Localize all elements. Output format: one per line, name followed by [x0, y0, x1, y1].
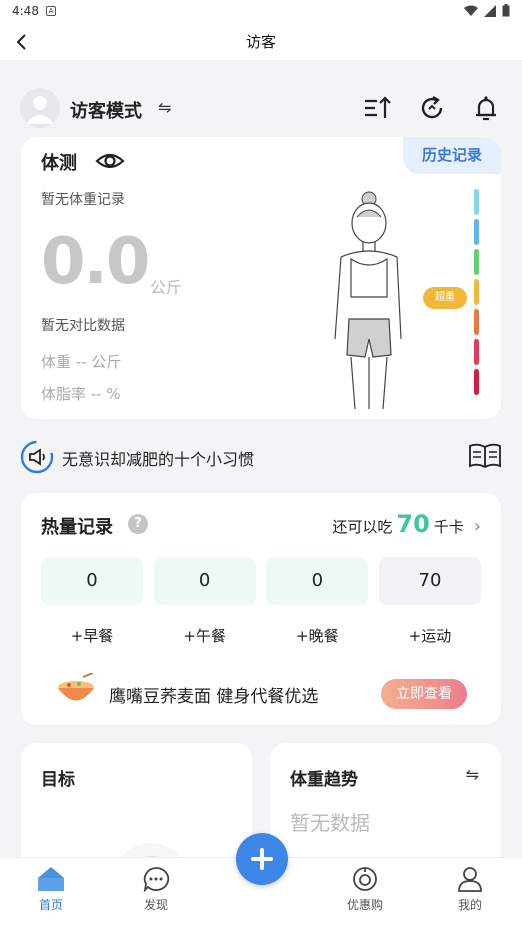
nav-deals[interactable]: 优惠购 — [335, 866, 395, 913]
add-breakfast-button[interactable]: +早餐 — [41, 625, 143, 646]
plus-icon — [251, 848, 273, 870]
bell-icon[interactable] — [470, 92, 502, 124]
scale-segment — [474, 369, 479, 395]
trend-card-title: 体重趋势 — [290, 770, 358, 790]
help-icon[interactable]: ? — [128, 514, 148, 534]
add-dinner-button[interactable]: +晚餐 — [266, 625, 368, 646]
promo-banner[interactable]: 鹰嘴豆荞麦面 健身代餐优选 立即查看 — [55, 673, 467, 713]
notification-icon: A — [46, 6, 56, 16]
article-title[interactable]: 无意识却减肥的十个小习惯 — [62, 446, 254, 470]
nav-discover[interactable]: 发现 — [126, 866, 186, 913]
lunch-value[interactable]: 0 — [153, 557, 256, 605]
nav-mine[interactable]: 我的 — [440, 866, 500, 913]
bottom-navigation: 首页 发现 优惠购 我的 — [0, 833, 522, 928]
nav-deals-label: 优惠购 — [346, 898, 383, 912]
remain-value: 70 — [396, 510, 430, 538]
system-icons — [464, 4, 510, 17]
weight-level-scale — [474, 189, 480, 399]
add-record-button[interactable] — [236, 833, 288, 885]
swap-mode-icon[interactable]: ⇋ — [158, 98, 171, 117]
scale-segment — [474, 219, 479, 245]
dinner-value[interactable]: 0 — [266, 557, 369, 605]
no-data-text: 暂无数据 — [290, 811, 370, 835]
exercise-value[interactable]: 70 — [378, 557, 481, 605]
body-fat-row: 体脂率 -- % — [41, 385, 121, 403]
scale-segment — [474, 339, 479, 365]
chat-bubble-icon — [143, 867, 170, 892]
remain-prefix: 还可以吃 — [332, 518, 393, 536]
goal-card-title: 目标 — [41, 770, 75, 790]
coupon-icon — [353, 867, 377, 891]
scale-segment — [474, 279, 479, 305]
nav-discover-label: 发现 — [143, 898, 168, 912]
body-figure-illustration — [334, 191, 402, 409]
title-bar: 访客 — [0, 24, 522, 60]
chevron-right-icon: › — [473, 516, 481, 537]
nav-mine-label: 我的 — [457, 898, 482, 912]
scale-segment — [474, 189, 479, 215]
calorie-record-card: 热量记录 ? 还可以吃 70 千卡 › 0 0 0 70 +早餐 +午餐 +晚餐… — [21, 493, 501, 725]
calorie-card-title: 热量记录 — [41, 517, 113, 538]
remain-unit: 千卡 — [433, 518, 464, 536]
noodle-bowl-icon — [58, 673, 94, 701]
username[interactable]: 访客模式 — [70, 97, 142, 123]
page-title: 访客 — [245, 33, 276, 51]
add-lunch-button[interactable]: +午餐 — [154, 625, 256, 646]
refresh-icon[interactable] — [416, 92, 448, 124]
no-compare-text: 暂无对比数据 — [41, 318, 125, 334]
weight-level-badge: 超重 — [423, 287, 467, 309]
promo-text: 鹰嘴豆荞麦面 健身代餐优选 — [109, 687, 319, 707]
weight-value: 0.0 — [41, 225, 150, 299]
weight-row: 体重 -- 公斤 — [41, 353, 122, 371]
home-icon — [38, 867, 64, 891]
article-bar[interactable]: 无意识却减肥的十个小习惯 — [20, 438, 502, 474]
nav-home-label: 首页 — [38, 898, 63, 912]
calorie-remaining[interactable]: 还可以吃 70 千卡 › — [332, 510, 481, 538]
wifi-icon — [464, 5, 478, 16]
avatar[interactable] — [20, 88, 60, 128]
add-exercise-button[interactable]: +运动 — [379, 625, 481, 646]
no-weight-text: 暂无体重记录 — [41, 192, 125, 208]
history-button[interactable]: 历史记录 — [403, 137, 501, 174]
status-time: 4:48 — [12, 4, 39, 18]
body-measurement-card[interactable]: 体测 历史记录 暂无体重记录 0.0 公斤 暂无对比数据 体重 -- 公斤 体脂… — [21, 137, 501, 419]
breakfast-value[interactable]: 0 — [41, 557, 143, 605]
weight-unit: 公斤 — [150, 278, 183, 297]
user-bar: 访客模式 ⇋ — [20, 86, 502, 130]
view-now-button[interactable]: 立即查看 — [381, 679, 467, 709]
sort-icon[interactable] — [362, 92, 394, 124]
nav-home[interactable]: 首页 — [21, 866, 81, 913]
scale-segment — [474, 249, 479, 275]
speaker-icon — [20, 440, 54, 474]
signal-icon — [484, 4, 496, 17]
scale-segment — [474, 309, 479, 335]
status-bar: 4:48 A — [0, 0, 522, 24]
trend-swap-icon[interactable]: ⇋ — [466, 765, 479, 784]
person-icon — [458, 867, 482, 892]
body-card-title: 体测 — [41, 153, 77, 174]
battery-icon — [502, 4, 510, 17]
eye-icon[interactable] — [95, 149, 125, 173]
book-icon[interactable] — [468, 442, 502, 470]
